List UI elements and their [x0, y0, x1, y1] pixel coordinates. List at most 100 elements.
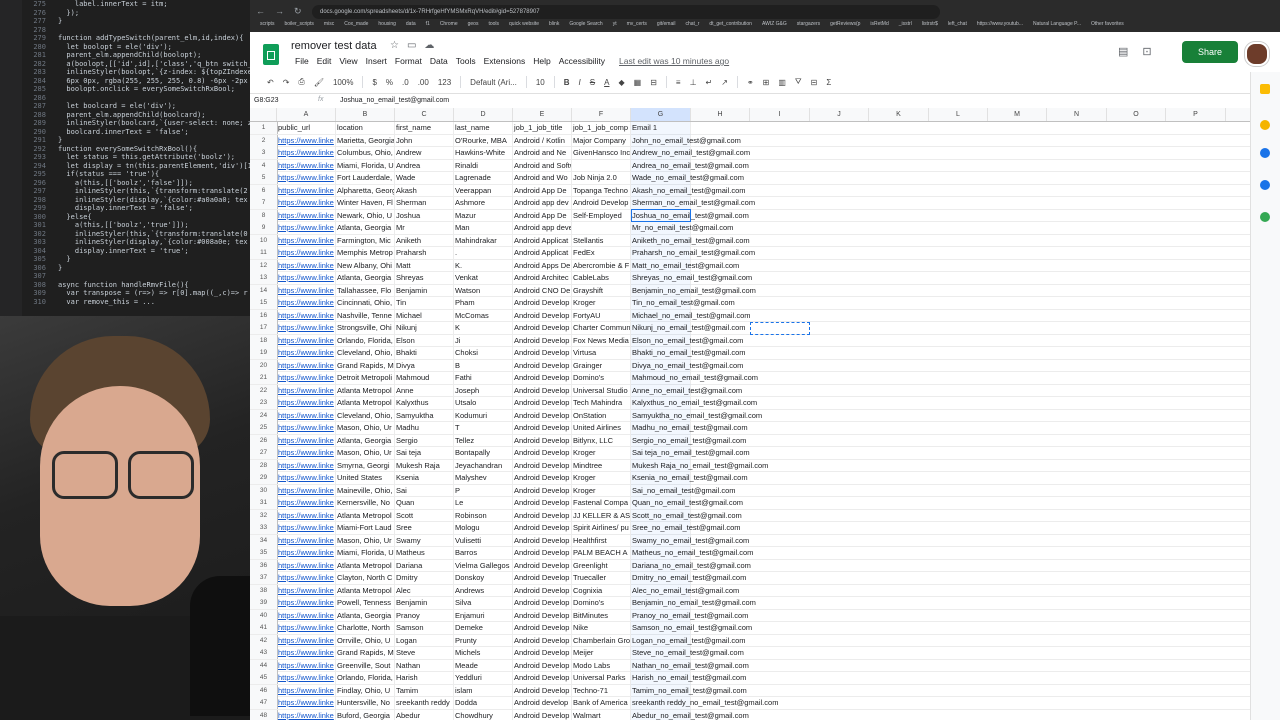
table-cell[interactable]: Android Develop — [513, 522, 572, 534]
profile-link-cell[interactable]: https://www.linke — [277, 147, 336, 159]
menu-view[interactable]: View — [335, 56, 361, 66]
font-size-select[interactable]: 10 — [536, 78, 545, 87]
table-cell[interactable]: Fathi — [454, 372, 513, 384]
table-cell[interactable]: Android Develop — [513, 434, 572, 447]
profile-link-cell[interactable]: https://www.linke — [277, 409, 336, 422]
table-cell[interactable]: Mr_no_email_test@gmail.com — [631, 222, 733, 234]
column-header-o[interactable]: O — [1107, 108, 1166, 121]
table-cell[interactable]: job_1_job_title — [513, 122, 572, 134]
profile-link-cell[interactable]: https://www.linke — [277, 647, 336, 659]
table-cell[interactable]: Android Develop — [513, 422, 572, 434]
table-cell[interactable]: Android Architec — [513, 272, 572, 284]
table-cell[interactable]: Greenlight — [572, 559, 631, 572]
table-cell[interactable]: Atlanta, Georgia — [336, 434, 395, 447]
row-header[interactable]: 46 — [250, 684, 278, 697]
code-line[interactable]: a(this,[['boolz','false']]); — [58, 179, 250, 188]
table-cell[interactable]: GivenHansco Inc — [572, 147, 631, 159]
code-line[interactable]: inlineStyler(display,`{color:#a0a0a0; te… — [58, 196, 250, 205]
code-line[interactable]: inlineStyler(this,`{transform:translate(… — [58, 187, 250, 196]
table-cell[interactable]: Mahmoud — [395, 372, 454, 384]
column-header-g[interactable]: G — [631, 108, 691, 121]
table-cell[interactable]: Atlanta Metropol — [336, 384, 395, 397]
table-cell[interactable]: Ji — [454, 334, 513, 347]
table-cell[interactable]: Silva — [454, 597, 513, 609]
table-cell[interactable]: . — [454, 247, 513, 259]
share-button[interactable]: Share — [1182, 41, 1238, 63]
profile-link-cell[interactable]: https://www.linke — [277, 234, 336, 247]
table-cell[interactable]: Android Develop — [513, 397, 572, 409]
table-cell[interactable]: Mahmoud_no_email_test@gmail.com — [631, 372, 758, 384]
profile-link-cell[interactable]: https://www.linke — [277, 309, 336, 322]
table-cell[interactable]: Praharsh — [395, 247, 454, 259]
table-cell[interactable]: Chowdhury — [454, 709, 513, 720]
table-cell[interactable]: Android / Kotlin — [513, 134, 572, 147]
insert-comment-icon[interactable]: ⊞ — [763, 78, 770, 87]
table-cell[interactable]: Utsalo — [454, 397, 513, 409]
table-cell[interactable]: Mazur — [454, 209, 513, 222]
row-header[interactable]: 1 — [250, 122, 278, 134]
table-cell[interactable]: T — [454, 422, 513, 434]
table-cell[interactable]: Android app dev — [513, 197, 572, 209]
table-cell[interactable]: Michael_no_email_test@gmail.com — [631, 309, 751, 322]
table-cell[interactable]: McComas — [454, 309, 513, 322]
table-cell[interactable]: Akash_no_email_test@gmail.com — [631, 184, 746, 197]
column-header-l[interactable]: L — [929, 108, 988, 121]
font-select[interactable]: Default (Ari... — [470, 78, 517, 87]
table-cell[interactable]: Spirit Airlines/ pu — [572, 522, 631, 534]
table-cell[interactable]: Meijer — [572, 647, 631, 659]
table-cell[interactable]: Memphis Metrop — [336, 247, 395, 259]
table-cell[interactable]: Dodda — [454, 697, 513, 709]
forward-icon[interactable]: → — [275, 6, 284, 17]
undo-icon[interactable]: ↶ — [267, 78, 274, 87]
bookmark-item[interactable]: geos — [468, 21, 479, 31]
vertical-align-icon[interactable]: ⊥ — [690, 78, 697, 87]
insert-link-icon[interactable]: ⚭ — [747, 78, 754, 87]
table-cell[interactable]: Logan_no_email_test@gmail.com — [631, 634, 746, 647]
table-cell[interactable]: Swamy — [395, 534, 454, 547]
table-cell[interactable]: K — [454, 322, 513, 334]
row-header[interactable]: 13 — [250, 272, 278, 284]
table-cell[interactable]: Sree_no_email_test@gmail.com — [631, 522, 741, 534]
table-cell[interactable]: Michael — [395, 309, 454, 322]
table-cell[interactable]: Android Develop — [513, 534, 572, 547]
table-cell[interactable]: Joseph — [454, 384, 513, 397]
bookmark-item[interactable]: Chrome — [440, 21, 458, 31]
table-cell[interactable]: Android Develop — [513, 559, 572, 572]
table-cell[interactable]: Abedur — [395, 709, 454, 720]
table-cell[interactable]: Self-Employed — [572, 209, 631, 222]
code-line[interactable]: display.innerText = 'false'; — [58, 204, 250, 213]
more-formats-button[interactable]: 123 — [438, 78, 451, 87]
code-line[interactable]: 6px 0px, rgba(255, 255, 255, 0.8) -6px -… — [58, 77, 250, 86]
row-header[interactable]: 21 — [250, 372, 278, 384]
profile-link-cell[interactable]: https://www.linke — [277, 134, 336, 147]
table-cell[interactable]: Tamim — [395, 684, 454, 697]
row-header[interactable]: 25 — [250, 422, 278, 434]
table-cell[interactable]: Topanga Techno — [572, 184, 631, 197]
table-cell[interactable]: Enjamuri — [454, 609, 513, 622]
table-cell[interactable]: Shreyas — [395, 272, 454, 284]
bold-button[interactable]: B — [564, 78, 570, 87]
row-header[interactable]: 37 — [250, 572, 278, 584]
table-cell[interactable]: Andrea_no_email_test@gmail.com — [631, 159, 749, 172]
profile-link-cell[interactable]: https://www.linke — [277, 247, 336, 259]
menu-file[interactable]: File — [291, 56, 313, 66]
code-line[interactable]: let status = this.getAttribute('boolz'); — [58, 153, 250, 162]
code-line[interactable]: inlineStyler(boolopt,`{z-index: ${topZIn… — [58, 68, 250, 77]
table-cell[interactable]: Yeddluri — [454, 672, 513, 684]
table-cell[interactable]: Kroger — [572, 472, 631, 484]
table-cell[interactable]: Tin_no_email_test@gmail.com — [631, 297, 735, 309]
table-cell[interactable]: Pranoy_no_email_test@gmail.com — [631, 609, 748, 622]
row-header[interactable]: 36 — [250, 559, 278, 572]
row-header[interactable]: 45 — [250, 672, 278, 684]
table-cell[interactable]: Dmitry — [395, 572, 454, 584]
bookmark-item[interactable]: isRetMd — [870, 21, 888, 31]
column-header-k[interactable]: K — [869, 108, 929, 121]
row-header[interactable]: 10 — [250, 234, 278, 247]
table-cell[interactable]: Greenville, Sout — [336, 659, 395, 672]
table-cell[interactable]: Sai_no_email_test@gmail.com — [631, 484, 736, 497]
table-cell[interactable]: Praharsh_no_email_test@gmail.com — [631, 247, 755, 259]
table-cell[interactable]: Robinson — [454, 509, 513, 522]
profile-link-cell[interactable]: https://www.linke — [277, 447, 336, 459]
bookmark-item[interactable]: blink — [549, 21, 559, 31]
menu-help[interactable]: Help — [529, 56, 554, 66]
